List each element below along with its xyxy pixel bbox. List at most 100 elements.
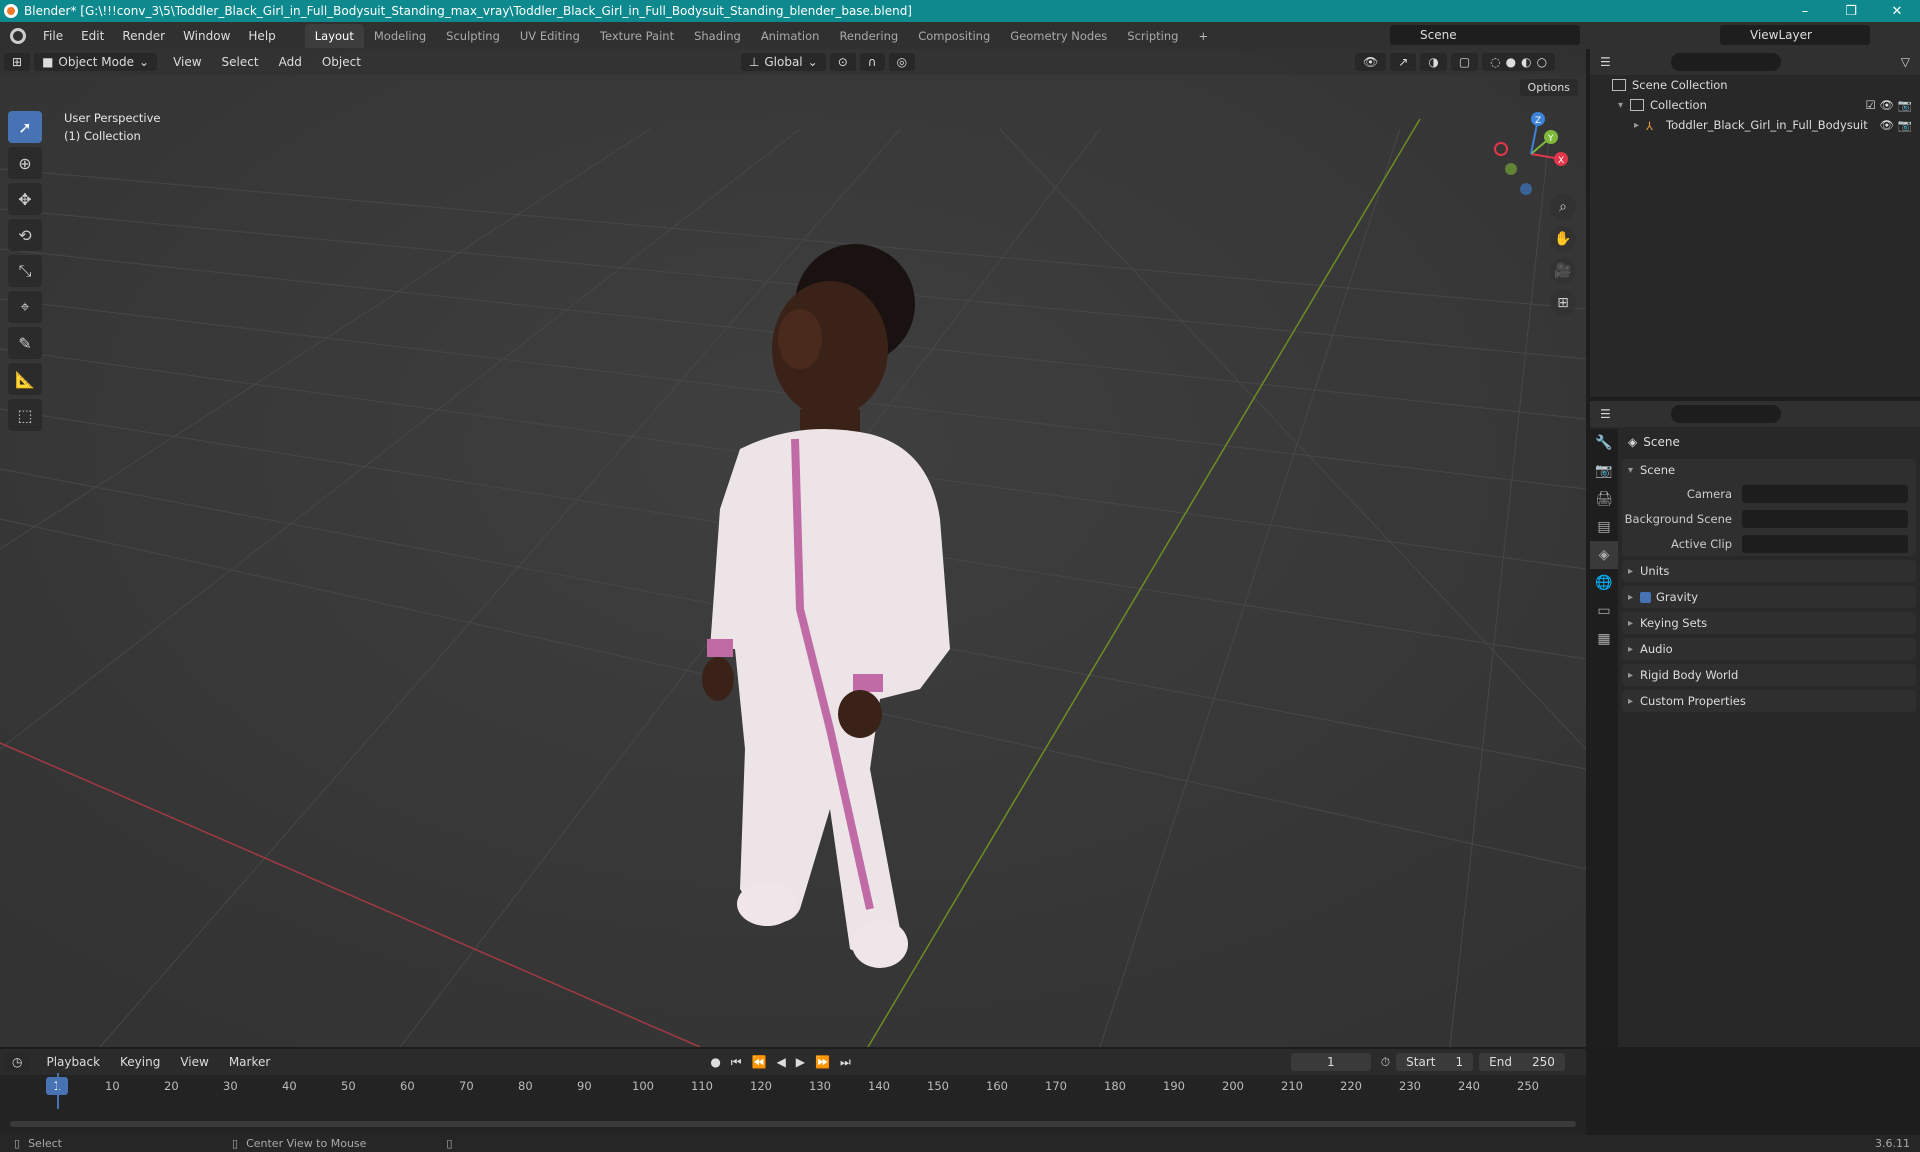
next-keyframe-icon[interactable]: ⏩ xyxy=(815,1055,830,1070)
outliner-scene-collection[interactable]: Scene Collection xyxy=(1590,75,1920,95)
blender-menu-icon[interactable] xyxy=(10,27,26,44)
pan-hand-icon[interactable]: ✋ xyxy=(1550,226,1576,252)
select-box-tool[interactable]: ➚ xyxy=(8,111,42,143)
shading-modes[interactable]: ◌ ● ◐ ○ xyxy=(1482,53,1556,71)
end-frame-field[interactable]: End 250 xyxy=(1479,1053,1565,1071)
outliner-object[interactable]: ▸ ⅄ Toddler_Black_Girl_in_Full_Bodysuit … xyxy=(1590,115,1920,135)
scale-tool[interactable]: ⤡ xyxy=(8,255,42,287)
tab-layout[interactable]: Layout xyxy=(304,23,364,48)
menu-object[interactable]: Object xyxy=(312,55,371,69)
proportional-edit-button[interactable]: ◎ xyxy=(888,53,916,71)
menu-window[interactable]: Window xyxy=(174,29,239,43)
camera-view-icon[interactable]: 🎥 xyxy=(1550,258,1576,284)
transform-orientation-selector[interactable]: ⊥ Global ⌄ xyxy=(740,53,826,71)
tool-tab-icon[interactable]: 🔧 xyxy=(1590,429,1618,457)
custom-properties-panel[interactable]: ▸ Custom Properties xyxy=(1622,690,1916,712)
keying-sets-panel[interactable]: ▸ Keying Sets xyxy=(1622,612,1916,634)
frame-ruler[interactable]: 1 10 20 30 40 50 60 70 80 90 100 110 120… xyxy=(0,1075,1586,1099)
jump-start-icon[interactable]: ⏮ xyxy=(731,1055,742,1070)
menu-marker[interactable]: Marker xyxy=(219,1055,280,1069)
scene-selector[interactable]: Scene xyxy=(1390,25,1580,45)
outliner-search-input[interactable] xyxy=(1670,53,1781,71)
snap-button[interactable]: ∩ xyxy=(859,53,885,71)
options-button[interactable]: Options xyxy=(1519,79,1578,96)
visibility-icons[interactable]: 👁 📷 xyxy=(1879,118,1912,132)
start-frame-field[interactable]: Start 1 xyxy=(1396,1053,1474,1071)
minimize-button[interactable]: – xyxy=(1782,4,1828,19)
menu-render[interactable]: Render xyxy=(113,29,174,43)
visibility-button[interactable]: 👁 xyxy=(1355,53,1387,71)
menu-add[interactable]: Add xyxy=(269,55,312,69)
tab-rendering[interactable]: Rendering xyxy=(829,24,908,48)
menu-edit[interactable]: Edit xyxy=(72,29,113,43)
add-workspace-button[interactable]: + xyxy=(1188,24,1218,48)
gravity-checkbox[interactable] xyxy=(1640,591,1651,603)
view-layer-selector[interactable]: ViewLayer xyxy=(1720,25,1870,45)
measure-tool[interactable]: 📐 xyxy=(8,363,42,395)
timeline-editor-type[interactable]: ◷ xyxy=(4,1053,31,1071)
menu-keying[interactable]: Keying xyxy=(110,1055,170,1069)
audio-panel[interactable]: ▸ Audio xyxy=(1622,638,1916,660)
tab-compositing[interactable]: Compositing xyxy=(908,24,1000,48)
gizmo-neg-z-icon[interactable] xyxy=(1520,183,1532,195)
menu-file[interactable]: File xyxy=(34,29,72,43)
tab-shading[interactable]: Shading xyxy=(684,24,751,48)
tab-texture-paint[interactable]: Texture Paint xyxy=(590,24,684,48)
chevron-down-icon[interactable]: ▾ xyxy=(1618,100,1630,111)
play-reverse-icon[interactable]: ◀ xyxy=(777,1055,786,1070)
move-tool[interactable]: ✥ xyxy=(8,183,42,215)
properties-editor-icon[interactable]: ☰ xyxy=(1600,407,1611,421)
gravity-panel[interactable]: ▸ Gravity xyxy=(1622,586,1916,608)
mode-selector[interactable]: ■ Object Mode ⌄ xyxy=(34,53,158,71)
zoom-icon[interactable]: ⌕ xyxy=(1550,194,1576,220)
tab-modeling[interactable]: Modeling xyxy=(364,24,436,48)
output-tab-icon[interactable]: 🖨 xyxy=(1590,485,1618,513)
timeline-scrollbar[interactable] xyxy=(10,1121,1576,1127)
tab-sculpting[interactable]: Sculpting xyxy=(436,24,510,48)
navigation-gizmo[interactable]: X Y Z xyxy=(1486,109,1576,199)
units-panel[interactable]: ▸ Units xyxy=(1622,560,1916,582)
pivot-point-button[interactable]: ⊙ xyxy=(829,53,856,71)
rotate-tool[interactable]: ⟲ xyxy=(8,219,42,251)
texture-tab-icon[interactable]: ▦ xyxy=(1590,625,1618,653)
chevron-right-icon[interactable]: ▸ xyxy=(1634,120,1646,131)
scene-tab-icon[interactable]: ◈ xyxy=(1590,541,1618,569)
menu-timeline-view[interactable]: View xyxy=(170,1055,218,1069)
background-scene-field[interactable] xyxy=(1742,509,1908,528)
close-button[interactable]: ✕ xyxy=(1874,4,1920,19)
tab-uv-editing[interactable]: UV Editing xyxy=(510,24,590,48)
tab-geometry-nodes[interactable]: Geometry Nodes xyxy=(1000,24,1117,48)
maximize-button[interactable]: ❐ xyxy=(1828,4,1874,19)
editor-type-button[interactable]: ⊞ xyxy=(4,53,31,71)
menu-playback[interactable]: Playback xyxy=(36,1055,110,1069)
tab-scripting[interactable]: Scripting xyxy=(1117,24,1188,48)
current-frame-field[interactable]: 1 xyxy=(1290,1053,1371,1071)
outliner-editor-icon[interactable]: ☰ xyxy=(1600,55,1611,69)
playhead[interactable] xyxy=(57,1073,59,1109)
record-icon[interactable]: ● xyxy=(710,1055,720,1070)
view-layer-tab-icon[interactable]: ▤ xyxy=(1590,513,1618,541)
gizmo-toggle-button[interactable]: ↗ xyxy=(1390,53,1417,71)
jump-end-icon[interactable]: ⏭ xyxy=(840,1055,851,1070)
gizmo-neg-x-icon[interactable] xyxy=(1494,142,1508,156)
3d-viewport[interactable]: ⊞ ■ Object Mode ⌄ View Select Add Object ⊥… xyxy=(0,49,1586,1047)
menu-view[interactable]: View xyxy=(163,55,211,69)
tab-animation[interactable]: Animation xyxy=(751,24,830,48)
menu-help[interactable]: Help xyxy=(239,29,284,43)
scene-panel-header[interactable]: ▾ Scene xyxy=(1622,459,1916,481)
render-tab-icon[interactable]: 📷 xyxy=(1590,457,1618,485)
annotate-tool[interactable]: ✎ xyxy=(8,327,42,359)
outliner-collection[interactable]: ▾ Collection ☑ 👁 📷 xyxy=(1590,95,1920,115)
cursor-tool[interactable]: ⊕ xyxy=(8,147,42,179)
ortho-grid-icon[interactable]: ⊞ xyxy=(1550,290,1576,316)
properties-search-input[interactable] xyxy=(1670,405,1781,423)
filter-icon[interactable]: ▽ xyxy=(1901,55,1910,69)
timeline-editor[interactable]: ◷ Playback Keying View Marker ● ⏮ ⏪ ◀ ▶ … xyxy=(0,1049,1586,1135)
stopwatch-icon[interactable]: ⏱ xyxy=(1381,1055,1390,1070)
rigid-body-world-panel[interactable]: ▸ Rigid Body World xyxy=(1622,664,1916,686)
outliner-checkbox-icon[interactable]: ☑ 👁 📷 xyxy=(1865,98,1912,112)
overlay-toggle-button[interactable]: ◑ xyxy=(1420,53,1447,71)
camera-field[interactable] xyxy=(1742,484,1908,503)
collection-tab-icon[interactable]: ▭ xyxy=(1590,597,1618,625)
gizmo-neg-y-icon[interactable] xyxy=(1505,163,1517,175)
